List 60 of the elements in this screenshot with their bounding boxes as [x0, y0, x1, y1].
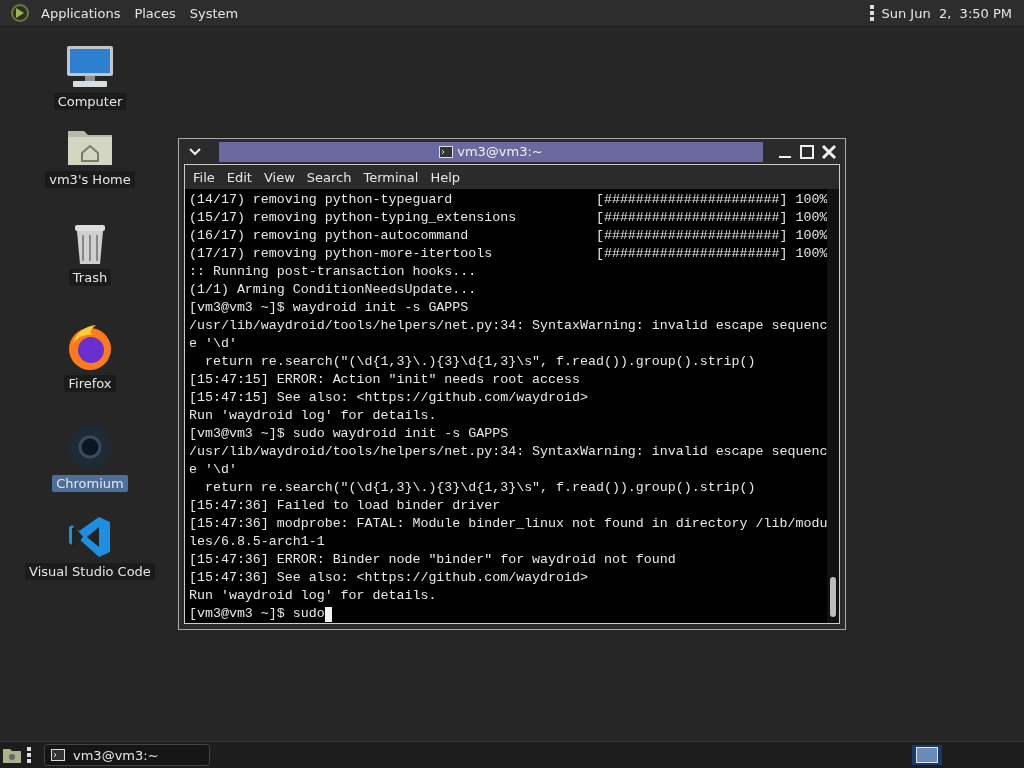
maximize-icon[interactable]	[799, 143, 815, 160]
menu-item[interactable]: Help	[424, 169, 467, 185]
terminal-line: return re.search("(\d{1,3}\.){3}\d{1,3}\s", f.read()).group().strip()	[203, 479, 757, 497]
terminal-icon	[439, 145, 454, 158]
terminal-icon	[51, 749, 65, 761]
title-bar[interactable]: vm3@vm3:~	[219, 141, 763, 162]
menu-item[interactable]: Search	[300, 169, 358, 185]
menu-item[interactable]: Terminal	[357, 169, 425, 185]
terminal-line: [15:47:36] ERROR: Binder node "binder" for waydroid not found	[189, 551, 677, 569]
window-title: vm3@vm3:~	[457, 144, 543, 159]
terminal-line: /usr/lib/waydroid/tools/helpers/net.py:34: SyntaxWarning: invalid escape sequenc	[189, 443, 828, 461]
terminal-line: e '\d'	[189, 461, 238, 479]
panel-menu[interactable]: System	[182, 5, 246, 21]
clock[interactable]: Sun Jun 2, 3:50 PM	[881, 5, 1014, 21]
close-icon[interactable]	[821, 143, 837, 160]
panel-menu[interactable]: Places	[127, 5, 183, 21]
chevron-icon[interactable]	[189, 147, 201, 156]
show-desktop-icon[interactable]	[2, 746, 22, 764]
desktop-icon-label[interactable]: Computer	[53, 93, 127, 110]
terminal-line: (16/17) removing python-autocommand [######################] 100%	[189, 227, 828, 245]
terminal-line: :: Running post-transaction hooks...	[189, 263, 478, 281]
terminal-line: (14/17) removing python-typeguard [######################] 100%	[189, 191, 828, 209]
terminal-line: (1/1) Arming ConditionNeedsUpdate...	[189, 281, 478, 299]
workspace-switcher[interactable]	[912, 745, 942, 765]
terminal-line: [15:47:36] See also: <https://github.com/waydroid>	[189, 569, 589, 587]
terminal-line: [vm3@vm3 ~]$ sudo waydroid init -s GAPPS	[189, 425, 510, 443]
desktop-icon-label[interactable]: Trash	[68, 269, 112, 286]
terminal-line: (17/17) removing python-more-itertools [######################] 100%	[189, 245, 828, 263]
terminal-line: return re.search("(\d{1,3}\.){3}\d{1,3}\s", f.read()).group().strip()	[203, 353, 757, 371]
terminal-line: [15:47:36] modprobe: FATAL: Module binder_linux not found in directory /lib/modu	[189, 515, 828, 533]
firefox-icon[interactable]	[66, 323, 114, 371]
menu-item[interactable]: Edit	[220, 169, 258, 185]
terminal-line: [15:47:15] See also: <https://github.com/waydroid>	[189, 389, 589, 407]
terminal-line: [15:47:15] ERROR: Action "init" needs root access	[189, 371, 581, 389]
handle-icon[interactable]	[27, 746, 31, 764]
desktop-icon-label[interactable]: Firefox	[64, 375, 116, 392]
terminal-prompt: [vm3@vm3 ~]$ sudo	[189, 605, 325, 623]
terminal-line: Run 'waydroid log' for details.	[189, 587, 438, 605]
terminal-line: /usr/lib/waydroid/tools/helpers/net.py:34: SyntaxWarning: invalid escape sequenc	[189, 317, 828, 335]
computer-icon[interactable]	[65, 45, 115, 89]
terminal-line: les/6.8.5-arch1-1	[189, 533, 326, 551]
logo-icon[interactable]	[10, 3, 30, 23]
desktop-icon-label[interactable]: Visual Studio Code	[25, 563, 155, 580]
panel-menu[interactable]: Applications	[34, 5, 128, 21]
terminal-line: [vm3@vm3 ~]$ waydroid init -s GAPPS	[189, 299, 470, 317]
vscode-icon[interactable]	[68, 515, 112, 559]
terminal-line: [15:47:36] Failed to load binder driver	[189, 497, 502, 515]
handle-icon[interactable]	[869, 4, 874, 22]
scrollbar[interactable]	[827, 189, 839, 623]
menu-item[interactable]: View	[257, 169, 301, 185]
trash-icon[interactable]	[72, 223, 108, 265]
taskbar-button[interactable]: vm3@vm3:~	[44, 744, 210, 766]
desktop-icon-label[interactable]: Chromium	[52, 475, 128, 492]
desktop-icon-label[interactable]: vm3's Home	[45, 171, 135, 188]
terminal-line: (15/17) removing python-typing_extensions [######################] 100%	[189, 209, 828, 227]
terminal-line: e '\d'	[189, 335, 238, 353]
menu-item[interactable]: File	[187, 169, 221, 185]
terminal-line: Run 'waydroid log' for details.	[189, 407, 438, 425]
scrollbar-thumb[interactable]	[830, 577, 836, 617]
text-cursor	[324, 606, 332, 622]
